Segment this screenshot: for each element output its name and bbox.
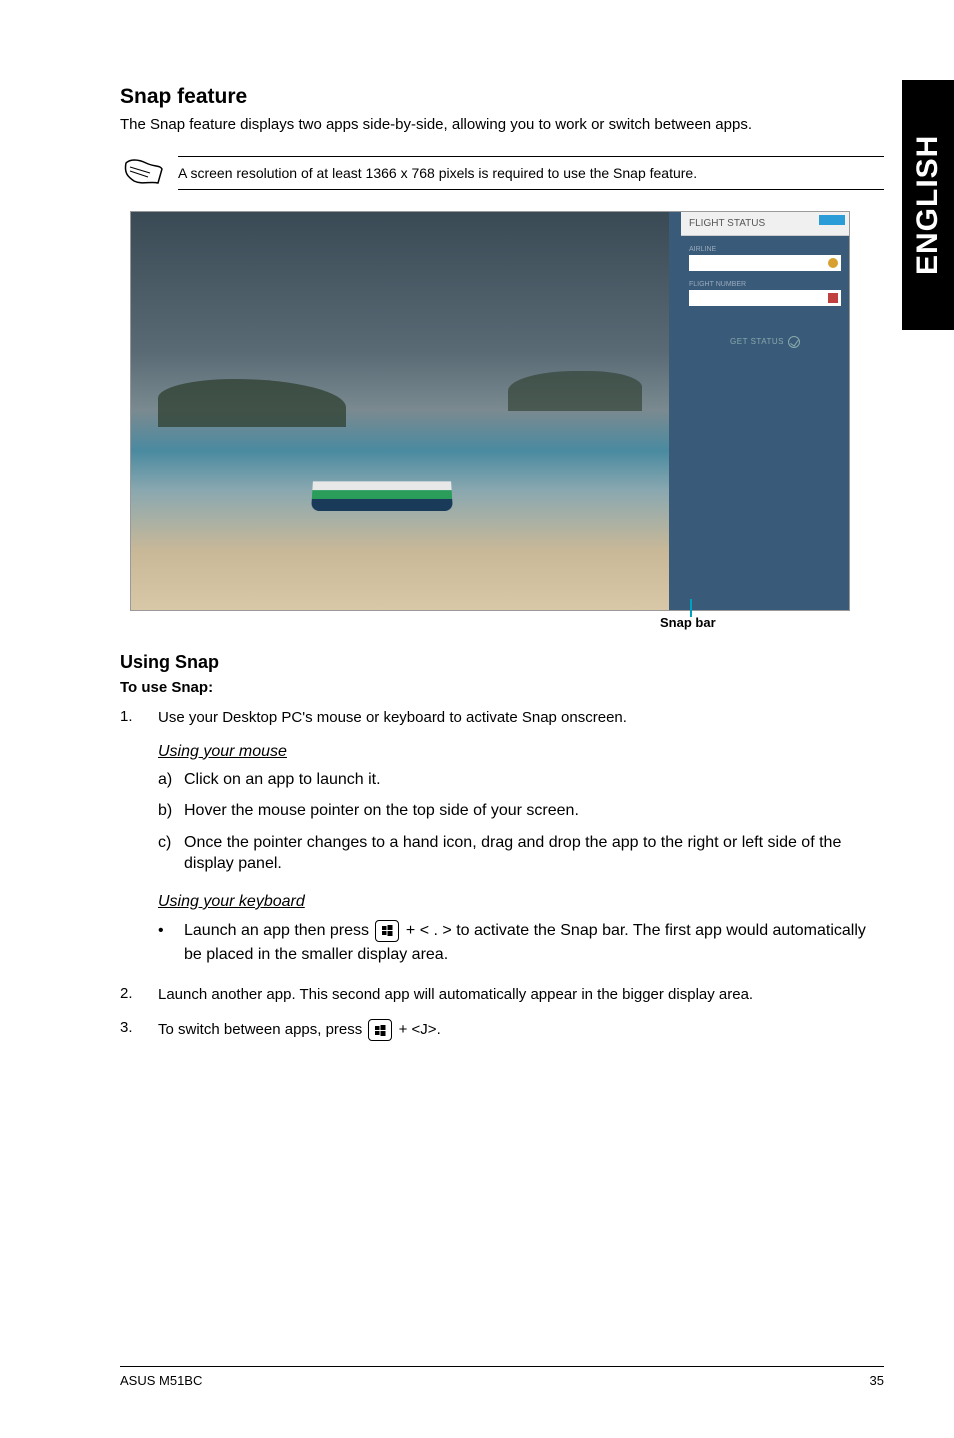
mouse-step-c: c)Once the pointer changes to a hand ico…: [158, 832, 884, 875]
airline-label: AIRLINE: [689, 246, 841, 253]
flight-number-input: [689, 290, 841, 306]
using-snap-title: Using Snap: [120, 652, 884, 673]
windows-key-icon: [375, 920, 399, 942]
page-footer: ASUS M51BC 35: [120, 1366, 884, 1388]
windows-key-icon: [368, 1019, 392, 1041]
snap-bar-label: Snap bar: [660, 615, 884, 630]
snap-screenshot: FLIGHT STATUS AIRLINE FLIGHT NUMBER GET …: [130, 211, 850, 611]
step-3: 3. To switch between apps, press + <J>.: [120, 1019, 884, 1041]
mouse-step-a: a)Click on an app to launch it.: [158, 769, 884, 791]
intro-text: The Snap feature displays two apps side-…: [120, 115, 884, 135]
flight-number-label: FLIGHT NUMBER: [689, 281, 841, 288]
language-tab: ENGLISH: [902, 80, 954, 330]
snap-bar-indicator: [690, 599, 692, 617]
using-keyboard-heading: Using your keyboard: [158, 893, 884, 911]
flight-status-header: FLIGHT STATUS: [681, 212, 849, 236]
step-2: 2. Launch another app. This second app w…: [120, 985, 884, 1005]
footer-page-number: 35: [870, 1373, 884, 1388]
note-hand-icon: [120, 155, 164, 191]
using-mouse-heading: Using your mouse: [158, 743, 884, 761]
get-status-button: GET STATUS: [689, 336, 841, 348]
screenshot-left-pane: [131, 212, 669, 610]
step-1: 1. Use your Desktop PC's mouse or keyboa…: [120, 708, 884, 728]
airline-input: [689, 255, 841, 271]
section-title: Snap feature: [120, 85, 884, 109]
footer-model: ASUS M51BC: [120, 1373, 202, 1388]
to-use-snap-label: To use Snap:: [120, 679, 884, 696]
screenshot-right-pane: FLIGHT STATUS AIRLINE FLIGHT NUMBER GET …: [681, 212, 849, 610]
snap-divider: [669, 212, 681, 610]
mouse-step-b: b)Hover the mouse pointer on the top sid…: [158, 800, 884, 822]
note-callout: A screen resolution of at least 1366 x 7…: [120, 155, 884, 191]
note-text: A screen resolution of at least 1366 x 7…: [178, 156, 884, 190]
keyboard-bullet: • Launch an app then press + < . > to ac…: [158, 919, 884, 967]
